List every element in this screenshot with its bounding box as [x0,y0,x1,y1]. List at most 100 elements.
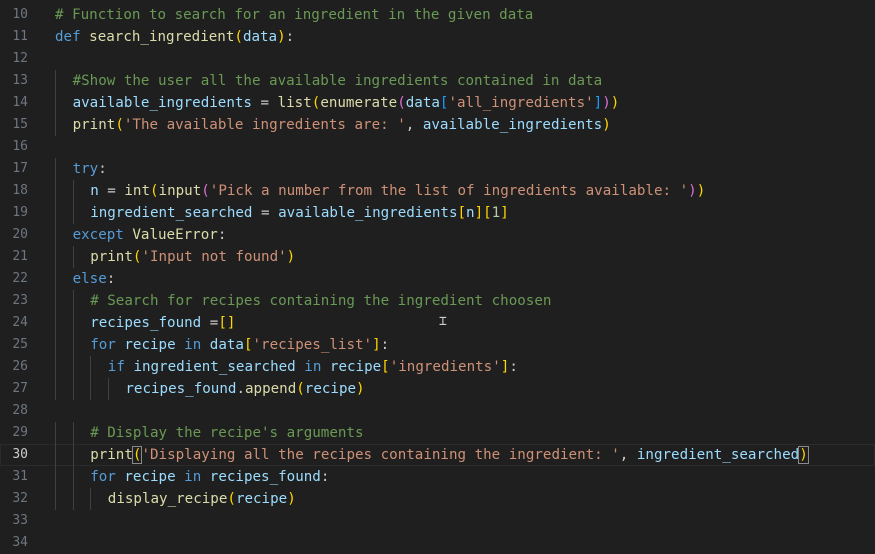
code-token: print [90,249,133,265]
code-token: recipe [124,469,176,485]
code-text[interactable]: except ValueError: [73,224,227,246]
indent-guide [55,444,56,466]
code-line[interactable]: 22 else: [0,268,875,290]
code-line[interactable]: 14 available_ingredients = list (enumerate… [0,92,875,114]
code-token: ( [227,491,236,507]
indent-guide [55,158,56,180]
indent-guide [55,290,56,312]
code-token: int [124,183,150,199]
line-number: 34 [12,535,28,550]
code-token: enumerate [320,95,398,111]
code-token: ] [500,205,509,221]
code-token: ) [602,117,611,133]
code-text[interactable]: print('Input not found') [90,246,295,268]
code-token: available_ingredients [72,95,252,111]
code-token: available_ingredients [278,205,458,221]
code-token: in [184,337,202,353]
code-token: recipe [124,337,176,353]
code-token: 'ingredients' [389,359,501,375]
code-line[interactable]: 28 [0,400,875,422]
code-line[interactable]: 10 # Function to search for an ingredient… [0,4,875,26]
code-line[interactable]: 12 [0,48,875,70]
code-line[interactable]: 34 [0,532,875,554]
code-text[interactable]: available_ingredients = list(enumerate(d… [73,92,620,114]
code-text[interactable]: for recipe in data['recipes_list']: [90,334,389,356]
code-line[interactable]: 15 print('The available ingredients are: … [0,114,875,136]
code-token: n [466,205,475,221]
code-text[interactable]: n = int(input('Pick a number from the li… [90,180,705,202]
code-text[interactable]: else: [73,268,116,290]
code-token: ( [149,183,159,199]
code-token: data [405,95,440,111]
code-editor[interactable]: ⌶ 10 # Function to search for an ingredie… [0,0,875,550]
code-token: [ [243,337,253,353]
line-number: 14 [12,95,28,110]
code-token: ] [593,95,603,111]
code-line[interactable]: 32 display_recipe(recipe) [0,488,875,510]
code-text[interactable]: #Show the user all the available ingredi… [73,70,603,92]
code-line[interactable]: 33 [0,510,875,532]
line-number: 30 [12,447,28,462]
indent-guide [55,334,56,356]
code-token: ) [610,95,620,111]
code-text[interactable]: if ingredient_searched in recipe['ingred… [108,356,518,378]
code-text[interactable]: # Search for recipes containing the ingr… [90,290,551,312]
code-text[interactable]: def search_ingredient(data): [55,26,294,48]
code-text[interactable]: print('The available ingredients are: ',… [73,114,611,136]
code-text[interactable]: # Function to search for an ingredient i… [55,4,533,26]
code-text[interactable]: display_recipe(recipe) [108,488,296,510]
code-token: , [619,447,637,463]
line-number: 31 [12,469,28,484]
indent-guide [72,312,74,334]
code-line[interactable]: 29 # Display the recipe's arguments [0,422,875,444]
code-line[interactable]: 25 for recipe in data['recipes_list']: [0,334,875,356]
code-line[interactable]: 21 print('Input not found') [0,246,875,268]
line-number: 29 [12,425,28,440]
indent-guide [72,488,74,510]
code-token: if [107,359,125,375]
code-text[interactable]: try: [73,158,107,180]
code-text[interactable]: print('Displaying all the recipes contai… [90,444,809,466]
code-token: recipe [235,491,288,507]
code-token: recipe [304,381,357,397]
code-line[interactable]: 30 print('Displaying all the recipes cont… [0,444,875,466]
line-number: 22 [12,271,28,286]
code-line[interactable]: 17 try: [0,158,875,180]
code-text[interactable]: ingredient_searched = available_ingredie… [90,202,509,224]
indent-guide [107,378,109,400]
code-text[interactable]: recipes_found =[] [90,312,235,334]
code-token: = [252,205,279,221]
code-token: 'Input not found' [141,249,287,265]
code-token: , [405,117,423,133]
code-token: [ [483,205,492,221]
code-line[interactable]: 13 #Show the user all the available ingre… [0,70,875,92]
code-line[interactable]: 19 ingredient_searched = available_ingred… [0,202,875,224]
code-line[interactable]: 18 n = int(input('Pick a number from the … [0,180,875,202]
code-token: 'Displaying all the recipes containing t… [141,447,620,463]
indent-guide [55,92,56,114]
code-text[interactable]: recipes_found.append(recipe) [125,378,364,400]
line-number: 27 [12,381,28,396]
code-line[interactable]: 20 except ValueError: [0,224,875,246]
code-line[interactable]: 27 recipes_found.append(recipe) [0,378,875,400]
code-line[interactable]: 23 # Search for recipes containing the in… [0,290,875,312]
code-token: display_recipe [107,491,228,507]
indent-guide [55,312,56,334]
code-token: [ [381,359,390,375]
code-text[interactable]: # Display the recipe's arguments [90,422,363,444]
code-line[interactable]: 16 [0,136,875,158]
code-token: ( [234,29,243,45]
code-line[interactable]: 31 for recipe in recipes_found: [0,466,875,488]
indent-guide [55,202,56,224]
code-token: ] [474,205,484,221]
code-token: print [72,117,116,133]
code-line[interactable]: 26 if ingredient_searched in recipe['ingr… [0,356,875,378]
code-line[interactable]: 11 def search_ingredient(data): [0,26,875,48]
code-token: ( [201,183,210,199]
code-token: [ [457,205,467,221]
code-text[interactable]: for recipe in recipes_found: [90,466,329,488]
code-line[interactable]: 24 recipes_found =[] [0,312,875,334]
